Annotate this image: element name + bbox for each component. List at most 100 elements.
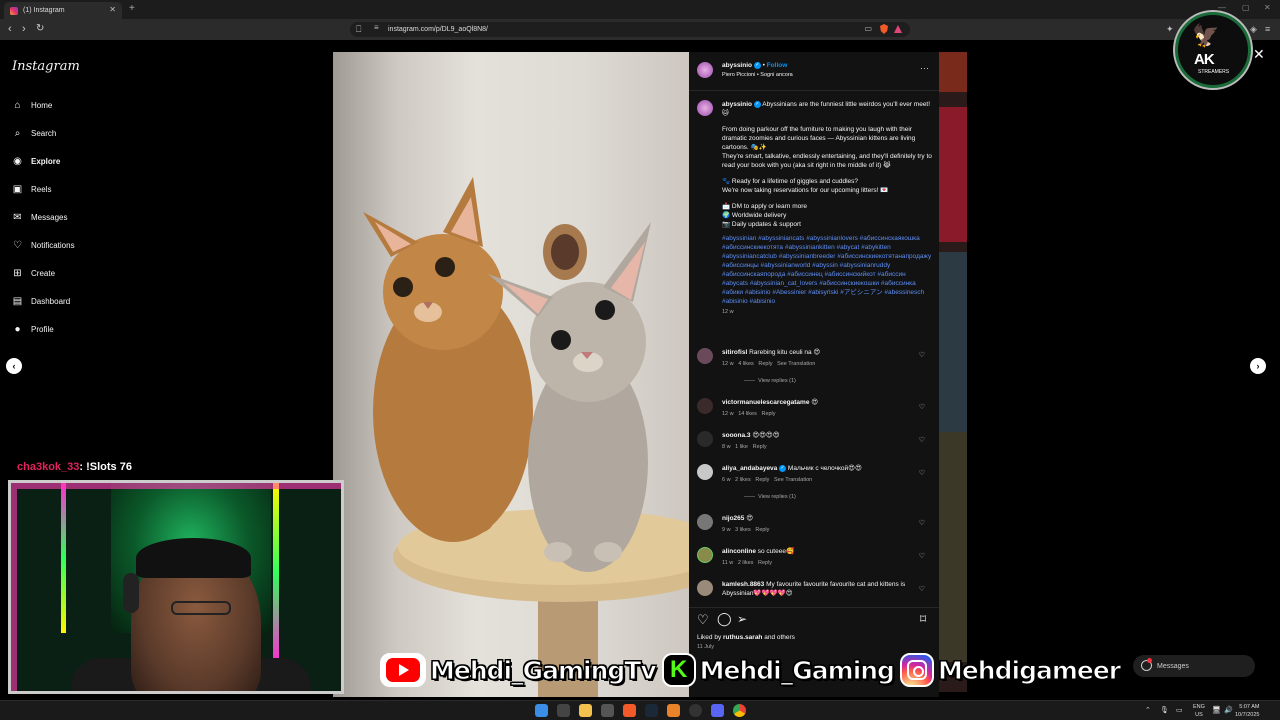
previous-post-arrow-icon[interactable]: ‹ [6,358,22,374]
tray-app-icon[interactable]: ▭ [1176,706,1183,714]
network-icon[interactable]: 🖥 [1212,706,1221,714]
follow-button[interactable]: Follow [767,62,788,69]
reply-button[interactable]: Reply [755,477,769,483]
view-replies-button[interactable]: —— View replies (1) [722,493,922,502]
volume-icon[interactable]: 🔊 [1224,706,1233,714]
sidebar-item-notifications[interactable]: ♡ Notifications [12,238,75,252]
comment-username[interactable]: alinconline [722,548,756,555]
see-translation-button[interactable]: See Translation [777,361,815,367]
cast-icon[interactable]: ▭ [864,24,872,33]
comment-like-icon[interactable]: ♡ [919,552,925,560]
comment-like-icon[interactable]: ♡ [919,519,925,527]
reply-button[interactable]: Reply [753,444,767,450]
commenter-avatar[interactable] [697,580,713,596]
commenter-avatar[interactable] [697,514,713,530]
view-replies-button[interactable]: —— View replies (1) [722,377,922,386]
comment-like-icon[interactable]: ♡ [919,436,925,444]
comment-username[interactable]: nijo265 [722,515,744,522]
instagram-logo[interactable]: Instagram [12,59,80,74]
browser-tab[interactable]: (1) Instagram ✕ [4,2,122,19]
audio-track[interactable]: Piero Piccioni • Sogni ancora [722,72,793,78]
caption-hashtags[interactable]: #abyssinian #abyssiniancats #abyssinianl… [722,234,932,306]
reply-button[interactable]: Reply [758,361,772,367]
comment-username[interactable]: aliya_andabayeva [722,465,777,472]
comment-likes[interactable]: 2 likes [735,477,751,483]
microphone-icon[interactable]: 🎙 [1160,706,1169,714]
comment-likes[interactable]: 2 likes [738,560,754,566]
window-close-icon[interactable]: ✕ [1264,3,1271,12]
sidebar-item-reels[interactable]: ▣ Reels [12,182,52,196]
comment-like-icon[interactable]: ♡ [919,469,925,477]
liked-by-user[interactable]: ruthus.sarah [723,634,762,641]
comment-like-icon[interactable]: ♡ [919,403,925,411]
wallet-icon[interactable]: ◈ [1250,24,1257,35]
reply-button[interactable]: Reply [761,411,775,417]
app-icon[interactable] [667,704,680,717]
obs-icon[interactable] [689,704,702,717]
language-indicator[interactable]: ENG US [1193,703,1205,719]
comment-likes[interactable]: 1 like [735,444,748,450]
sidebar-item-home[interactable]: ⌂ Home [12,98,52,112]
comment-likes[interactable]: 14 likes [738,411,757,417]
start-icon[interactable] [535,704,548,717]
brave-shield-icon[interactable] [880,24,888,34]
caption-avatar[interactable] [697,100,713,116]
task-view-icon[interactable] [557,704,570,717]
save-bookmark-icon[interactable]: ⌑ [920,612,926,626]
site-info-icon[interactable]: ≡ [374,23,379,32]
tray-chevron-icon[interactable]: ⌃ [1145,706,1151,714]
extensions-icon[interactable]: ✦ [1166,24,1174,35]
sidebar-item-create[interactable]: ⊞ Create [12,266,55,280]
liked-by-suffix[interactable]: and others [762,634,795,641]
minimize-icon[interactable]: — [1218,3,1226,12]
sidebar-item-dashboard[interactable]: ▤ Dashboard [12,294,70,308]
commenter-avatar[interactable] [697,398,713,414]
comment-username[interactable]: sitirofisl [722,349,747,356]
menu-icon[interactable]: ≡ [1265,24,1270,34]
forward-icon[interactable]: › [22,23,26,35]
comment-username[interactable]: sooona.3 [722,432,751,439]
commenter-avatar[interactable] [697,464,713,480]
brave-icon[interactable] [623,704,636,717]
reply-button[interactable]: Reply [755,527,769,533]
like-heart-icon[interactable]: ♡ [697,612,709,628]
sidebar-item-explore[interactable]: ◉ Explore [12,154,60,168]
comment-likes[interactable]: 3 likes [735,527,751,533]
share-icon[interactable]: ➢ [737,612,747,626]
post-photo[interactable] [333,52,689,697]
steam-icon[interactable] [645,704,658,717]
close-modal-icon[interactable]: ✕ [1253,46,1265,63]
sidebar-item-search[interactable]: ⌕ Search [12,126,57,140]
commenter-avatar[interactable] [697,547,713,563]
new-tab-icon[interactable]: + [129,3,135,14]
comment-like-icon[interactable]: ♡ [919,585,925,593]
maximize-icon[interactable]: ▢ [1242,3,1250,12]
app-icon[interactable] [601,704,614,717]
commenter-avatar[interactable] [697,431,713,447]
author-avatar[interactable] [697,62,713,78]
sidebar-item-profile[interactable]: ● Profile [12,322,53,336]
comment-username[interactable]: kamlesh.8863 [722,581,764,588]
caption-username[interactable]: abyssinio [722,101,752,108]
more-options-icon[interactable]: ··· [920,63,929,73]
messages-floating-button[interactable]: Messages [1133,655,1255,677]
comment-likes[interactable]: 4 likes [738,361,754,367]
comment-icon[interactable]: ◯ [717,611,732,627]
chrome-icon[interactable] [733,704,746,717]
author-username[interactable]: abyssinio [722,62,752,69]
clock[interactable]: 5:07 AM 10/7/2025 [1235,703,1259,719]
reply-button[interactable]: Reply [758,560,772,566]
back-icon[interactable]: ‹ [8,23,12,35]
bookmark-icon[interactable]: ⎕ [356,24,361,35]
address-bar[interactable]: ⎕ ≡ instagram.com/p/DL9_aoQl8N8/ ▭ [350,22,910,37]
comment-like-icon[interactable]: ♡ [919,351,925,359]
comment-username[interactable]: victormanuelescarcegatame [722,399,809,406]
file-explorer-icon[interactable] [579,704,592,717]
reload-icon[interactable]: ↻ [36,23,44,34]
close-tab-icon[interactable]: ✕ [109,5,116,14]
sidebar-item-messages[interactable]: ✉ Messages [12,210,67,224]
brave-rewards-icon[interactable] [894,25,902,33]
next-post-arrow-icon[interactable]: › [1250,358,1266,374]
commenter-avatar[interactable] [697,348,713,364]
discord-icon[interactable] [711,704,724,717]
